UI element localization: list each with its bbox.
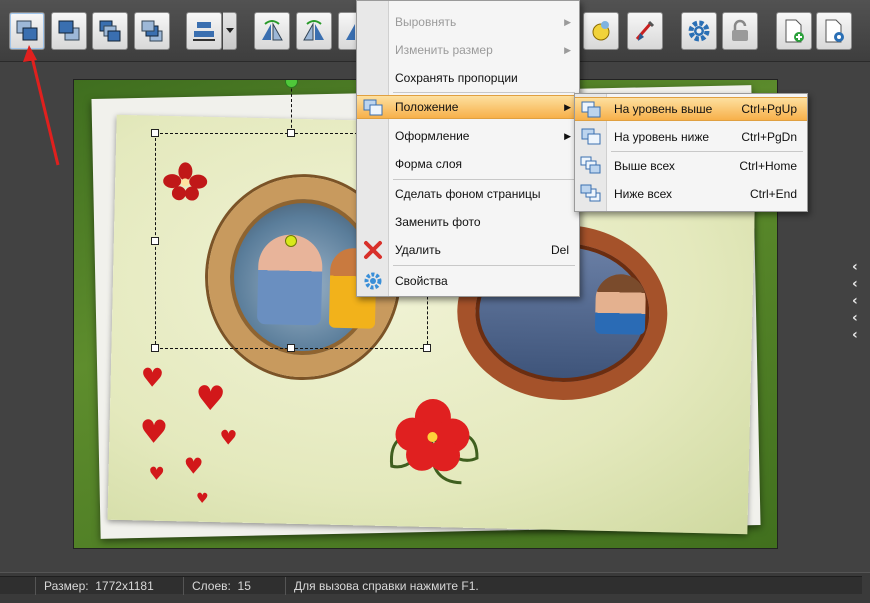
heart-decoration: ♥: [219, 425, 238, 450]
rotate-left-button[interactable]: [254, 12, 290, 50]
rotate-handle[interactable]: [285, 80, 298, 88]
heart-decoration: ♥: [139, 412, 169, 452]
hibiscus-decoration: [381, 386, 483, 488]
center-handle[interactable]: [285, 235, 297, 247]
resize-handle-sw[interactable]: [151, 344, 159, 352]
menu-separator: [393, 265, 575, 266]
page-settings-button[interactable]: [816, 12, 852, 50]
position-submenu: На уровень выше Ctrl+PgUp На уровень ниж…: [574, 93, 808, 212]
submenu-arrow-icon: ▶: [564, 44, 571, 55]
chevron-down-icon: [225, 28, 234, 33]
layers-icon: [363, 99, 383, 116]
layers-front-icon: [580, 156, 601, 174]
delete-icon: [364, 241, 382, 259]
add-page-icon: [785, 19, 804, 43]
status-size: Размер: 1772x1181: [36, 576, 184, 595]
menu-item-align[interactable]: Выровнять ▶: [357, 10, 579, 34]
chevron-left-icon[interactable]: ‹: [852, 294, 862, 308]
gear-icon: [688, 20, 710, 42]
resize-handle-n[interactable]: [287, 129, 295, 137]
heart-decoration: ♥: [194, 378, 227, 420]
resize-handle-w[interactable]: [151, 237, 159, 245]
resize-handle-nw[interactable]: [151, 129, 159, 137]
layers-back-icon: [58, 20, 80, 41]
menu-item-position[interactable]: Положение ▶: [357, 95, 579, 119]
menu-item-properties[interactable]: Свойства: [357, 269, 579, 293]
menu-item-send-to-back[interactable]: Ниже всех Ctrl+End: [575, 182, 807, 206]
brush-button[interactable]: [627, 12, 663, 50]
layers-up-icon: [581, 101, 601, 118]
resize-handle-se[interactable]: [423, 344, 431, 352]
effects-button[interactable]: [583, 12, 619, 50]
add-page-button[interactable]: [776, 12, 812, 50]
resize-handle-s[interactable]: [287, 344, 295, 352]
heart-decoration: ♥: [183, 454, 204, 480]
chevron-left-icon[interactable]: ‹: [852, 260, 862, 274]
rotate-right-button[interactable]: [296, 12, 332, 50]
menu-item-replace-photo[interactable]: Заменить фото: [357, 210, 579, 234]
menu-item-send-backward[interactable]: На уровень ниже Ctrl+PgDn: [575, 125, 807, 149]
bulb-icon: [592, 21, 610, 41]
photo-person: [594, 273, 647, 335]
menu-item-bring-to-front[interactable]: Выше всех Ctrl+Home: [575, 154, 807, 178]
chevron-left-icon[interactable]: ‹: [852, 311, 862, 325]
layers-front-icon: [16, 20, 38, 41]
submenu-arrow-icon: ▶: [564, 16, 571, 27]
layers-down-icon: [141, 20, 163, 42]
brush-icon: [635, 20, 655, 41]
menu-item-bring-forward[interactable]: На уровень выше Ctrl+PgUp: [575, 97, 807, 121]
align-button[interactable]: [186, 12, 222, 50]
menu-separator: [393, 92, 575, 93]
status-layers: Слоев: 15: [184, 576, 286, 595]
context-menu: Выровнять ▶ Изменить размер ▶ Сохранять …: [356, 0, 580, 297]
collapse-arrows[interactable]: ‹ ‹ ‹ ‹ ‹: [852, 260, 862, 342]
align-icon: [193, 22, 215, 41]
page-gear-icon: [825, 19, 844, 43]
menu-separator: [393, 179, 575, 180]
status-spacer: [0, 576, 36, 595]
status-bar: Размер: 1772x1181 Слоев: 15 Для вызова с…: [0, 572, 870, 603]
lock-icon: [732, 19, 748, 41]
layers-back-icon: [580, 184, 601, 202]
submenu-arrow-icon: ▶: [564, 101, 571, 112]
align-dropdown[interactable]: [223, 12, 237, 50]
menu-item-resize[interactable]: Изменить размер ▶: [357, 38, 579, 62]
app-window: ♥ ♥ ♥ ♥ ♥ ♥ ♥ ‹ ‹ ‹ ‹ ‹ Выровнять ▶ Изме…: [0, 0, 870, 603]
bring-front-button[interactable]: [9, 12, 45, 50]
menu-item-layer-shape[interactable]: Форма слоя: [357, 152, 579, 176]
heart-decoration: ♥: [140, 363, 165, 394]
menu-separator: [611, 151, 803, 152]
menu-item-delete[interactable]: Удалить Del: [357, 238, 579, 262]
send-back-button[interactable]: [51, 12, 87, 50]
menu-item-design[interactable]: Оформление ▶: [357, 124, 579, 148]
menu-item-keep-proportions[interactable]: Сохранять пропорции: [357, 66, 579, 90]
heart-decoration: ♥: [148, 463, 165, 485]
lock-button[interactable]: [722, 12, 758, 50]
submenu-arrow-icon: ▶: [564, 130, 571, 141]
chevron-left-icon[interactable]: ‹: [852, 328, 862, 342]
status-hint: Для вызова справки нажмите F1.: [294, 578, 479, 593]
menu-item-set-background[interactable]: Сделать фоном страницы: [357, 182, 579, 206]
bring-forward-button[interactable]: [92, 12, 128, 50]
flip-v-icon: [303, 20, 324, 41]
gear-icon: [364, 272, 382, 290]
layers-up-icon: [99, 20, 121, 42]
flip-h-icon: [262, 20, 283, 41]
send-backward-button[interactable]: [134, 12, 170, 50]
heart-decoration: ♥: [195, 490, 209, 507]
chevron-left-icon[interactable]: ‹: [852, 277, 862, 291]
layers-down-icon: [581, 128, 601, 145]
settings-button[interactable]: [681, 12, 717, 50]
